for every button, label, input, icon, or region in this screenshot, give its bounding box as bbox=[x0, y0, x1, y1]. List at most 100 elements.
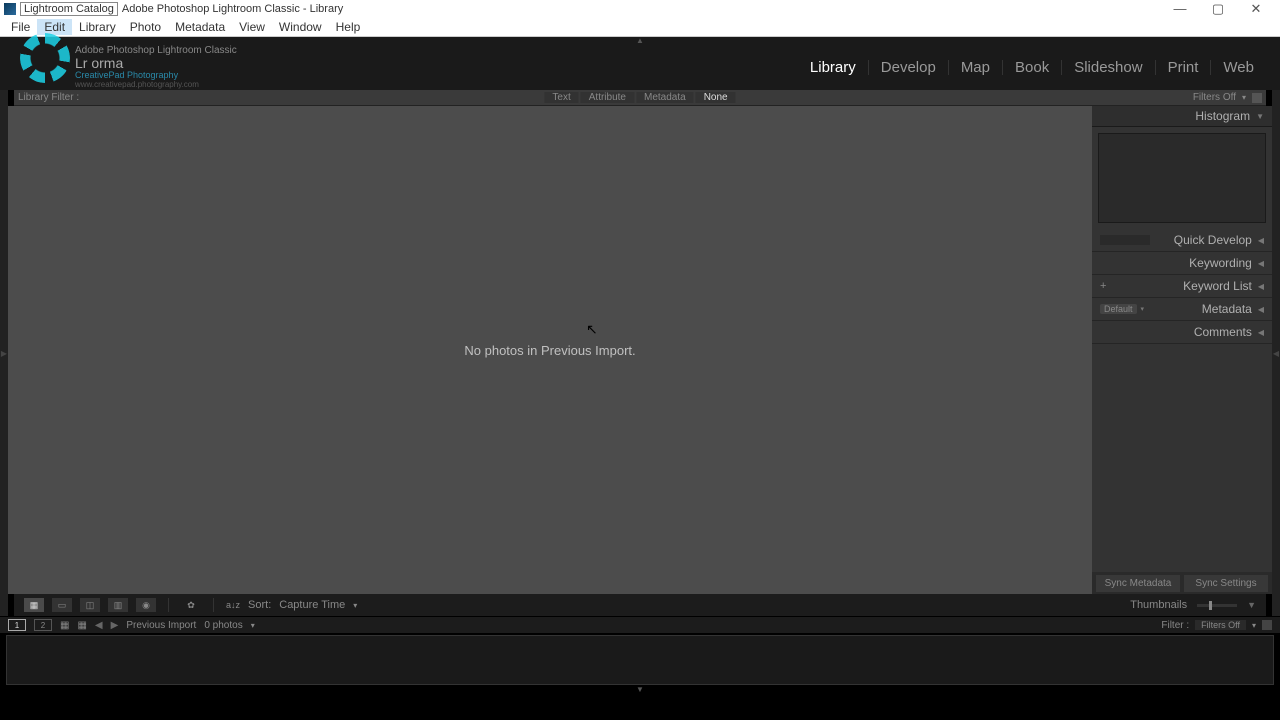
filmstrip-filter-switch[interactable] bbox=[1262, 620, 1272, 630]
sync-settings-button[interactable]: Sync Settings bbox=[1184, 575, 1268, 592]
chevron-down-icon: ▾ bbox=[1252, 621, 1256, 630]
loupe-view-button[interactable]: ▭ bbox=[52, 598, 72, 612]
menu-view[interactable]: View bbox=[232, 19, 272, 35]
chevron-down-icon[interactable]: ▾ bbox=[251, 621, 255, 630]
catalog-name: Lightroom Catalog bbox=[20, 2, 118, 16]
filter-bar-label: Library Filter : bbox=[18, 92, 87, 103]
bottom-panel-collapse[interactable]: ▼ bbox=[0, 685, 1280, 695]
window-titlebar: Lightroom Catalog Adobe Photoshop Lightr… bbox=[0, 0, 1280, 18]
watermark-url: www.creativepad.photography.com bbox=[75, 81, 237, 90]
quick-develop-preview-strip bbox=[1100, 235, 1150, 245]
histogram-label: Histogram bbox=[1195, 109, 1250, 123]
toolbar-separator bbox=[168, 598, 169, 612]
monitor-1-button[interactable]: 1 bbox=[8, 619, 26, 631]
survey-view-button[interactable]: ▥ bbox=[108, 598, 128, 612]
module-develop[interactable]: Develop bbox=[869, 60, 949, 75]
menu-photo[interactable]: Photo bbox=[123, 19, 168, 35]
filter-tab-none[interactable]: None bbox=[696, 92, 736, 103]
plus-icon[interactable]: + bbox=[1100, 280, 1106, 292]
mouse-cursor: ↖ bbox=[586, 321, 598, 338]
menu-window[interactable]: Window bbox=[272, 19, 329, 35]
window-maximize-button[interactable]: ▢ bbox=[1208, 1, 1228, 17]
menu-bar: File Edit Library Photo Metadata View Wi… bbox=[0, 18, 1280, 37]
top-panel-collapse[interactable]: ▲ bbox=[0, 37, 1280, 45]
module-library[interactable]: Library bbox=[798, 60, 869, 75]
triangle-left-icon: ◀ bbox=[1258, 328, 1264, 337]
filmstrip-header: 1 2 ▦ ▦ ◀ ▶ Previous Import 0 photos ▾ F… bbox=[0, 616, 1280, 633]
module-print[interactable]: Print bbox=[1156, 60, 1212, 75]
keywording-label: Keywording bbox=[1189, 256, 1252, 270]
filter-tab-metadata[interactable]: Metadata bbox=[636, 92, 694, 103]
metadata-panel-header[interactable]: Default ▾ Metadata ◀ bbox=[1092, 298, 1272, 321]
nav-back-icon[interactable]: ◀ bbox=[95, 620, 103, 631]
identity-title: Lr orma bbox=[75, 56, 237, 71]
sync-metadata-button[interactable]: Sync Metadata bbox=[1096, 575, 1180, 592]
metadata-label: Metadata bbox=[1202, 302, 1252, 316]
filmstrip-source[interactable]: Previous Import bbox=[126, 620, 196, 631]
compare-view-button[interactable]: ◫ bbox=[80, 598, 100, 612]
metadata-preset-pill[interactable]: Default bbox=[1100, 304, 1137, 314]
quick-develop-label: Quick Develop bbox=[1174, 233, 1252, 247]
window-close-button[interactable]: ✕ bbox=[1246, 1, 1266, 17]
keyword-list-panel-header[interactable]: + Keyword List ◀ bbox=[1092, 275, 1272, 298]
menu-metadata[interactable]: Metadata bbox=[168, 19, 232, 35]
filmstrip-count: 0 photos bbox=[204, 620, 242, 631]
sort-label: Sort: bbox=[248, 599, 271, 611]
chevron-down-icon: ▾ bbox=[1242, 93, 1246, 102]
comments-panel-header[interactable]: Comments ◀ bbox=[1092, 321, 1272, 344]
module-web[interactable]: Web bbox=[1211, 60, 1266, 75]
filmstrip-filter-dropdown[interactable]: Filters Off bbox=[1195, 620, 1246, 630]
module-slideshow[interactable]: Slideshow bbox=[1062, 60, 1155, 75]
filmstrip[interactable] bbox=[6, 635, 1274, 685]
comments-label: Comments bbox=[1194, 325, 1252, 339]
filter-preset-dropdown[interactable]: Filters Off bbox=[1193, 92, 1236, 103]
triangle-left-icon: ◀ bbox=[1258, 282, 1264, 291]
module-book[interactable]: Book bbox=[1003, 60, 1062, 75]
keyword-list-label: Keyword List bbox=[1183, 279, 1252, 293]
people-view-button[interactable]: ◉ bbox=[136, 598, 156, 612]
chevron-down-icon: ▾ bbox=[353, 601, 357, 610]
quick-develop-panel-header[interactable]: Quick Develop ◀ bbox=[1092, 229, 1272, 252]
chevron-down-icon: ▾ bbox=[1141, 305, 1145, 313]
thumbnail-size-slider[interactable] bbox=[1197, 604, 1237, 607]
grid-view-button[interactable]: ▦ bbox=[24, 598, 44, 612]
monitor-2-button[interactable]: 2 bbox=[34, 619, 52, 631]
watermark-logo bbox=[20, 33, 70, 83]
app-title: Adobe Photoshop Lightroom Classic - Libr… bbox=[122, 3, 343, 15]
toolbar-separator bbox=[213, 598, 214, 612]
menu-help[interactable]: Help bbox=[329, 19, 368, 35]
left-panel-collapse[interactable]: ▶ bbox=[0, 90, 8, 616]
window-minimize-button[interactable]: — bbox=[1170, 1, 1190, 17]
sync-buttons-row: Sync Metadata Sync Settings bbox=[1092, 572, 1272, 594]
library-toolbar: ▦ ▭ ◫ ▥ ◉ ✿ a↓z Sort: Capture Time ▾ Thu… bbox=[14, 594, 1266, 616]
right-panel-collapse[interactable]: ◀ bbox=[1272, 90, 1280, 616]
module-map[interactable]: Map bbox=[949, 60, 1003, 75]
grid-view-area[interactable]: No photos in Previous Import. ↖ bbox=[8, 106, 1092, 594]
app-icon bbox=[4, 3, 16, 15]
keywording-panel-header[interactable]: Keywording ◀ bbox=[1092, 252, 1272, 275]
module-picker: Library Develop Map Book Slideshow Print… bbox=[798, 60, 1280, 75]
filter-tab-attribute[interactable]: Attribute bbox=[581, 92, 634, 103]
identity-texts: Adobe Photoshop Lightroom Classic Lr orm… bbox=[75, 45, 237, 90]
sort-direction-icon[interactable]: a↓z bbox=[226, 600, 240, 610]
triangle-down-icon: ▼ bbox=[1256, 112, 1264, 121]
filter-lock-icon[interactable] bbox=[1252, 93, 1262, 103]
toolbar-menu-chevron[interactable]: ▼ bbox=[1247, 600, 1256, 610]
filmstrip-grid-icon[interactable]: ▦ bbox=[60, 620, 69, 631]
filter-tab-text[interactable]: Text bbox=[544, 92, 578, 103]
painter-tool-button[interactable]: ✿ bbox=[181, 598, 201, 612]
histogram-display bbox=[1098, 133, 1266, 223]
sort-value-dropdown[interactable]: Capture Time bbox=[279, 599, 345, 611]
thumbnails-label: Thumbnails bbox=[1130, 599, 1187, 611]
filmstrip-filter-label: Filter : bbox=[1161, 620, 1189, 631]
right-panel: Histogram ▼ Quick Develop ◀ Keywording ◀… bbox=[1092, 106, 1272, 594]
empty-state-message: No photos in Previous Import. bbox=[464, 343, 635, 358]
triangle-left-icon: ◀ bbox=[1258, 259, 1264, 268]
identity-plate-row: Adobe Photoshop Lightroom Classic Lr orm… bbox=[0, 45, 1280, 90]
filmstrip-grid-alt-icon[interactable]: ▦ bbox=[77, 620, 86, 631]
library-filter-bar: Library Filter : Text Attribute Metadata… bbox=[14, 90, 1266, 106]
histogram-panel-header[interactable]: Histogram ▼ bbox=[1092, 106, 1272, 127]
menu-library[interactable]: Library bbox=[72, 19, 123, 35]
triangle-left-icon: ◀ bbox=[1258, 236, 1264, 245]
nav-forward-icon[interactable]: ▶ bbox=[111, 620, 119, 631]
